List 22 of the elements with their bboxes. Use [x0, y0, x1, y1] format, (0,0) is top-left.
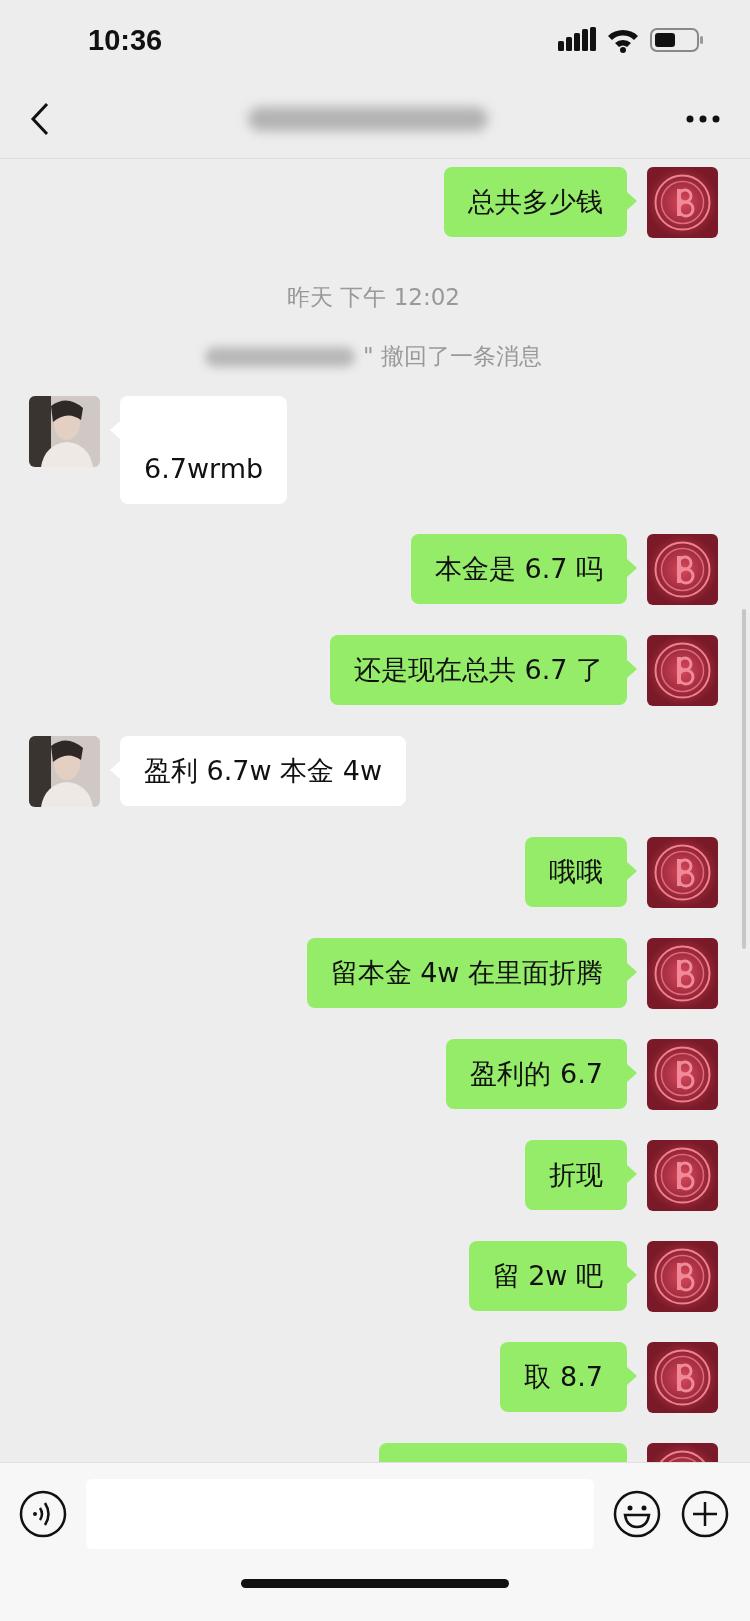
message-bubble: 本金是 6.7 吗 — [410, 534, 627, 604]
message-bubble: 6.7wrmb — [120, 396, 288, 504]
timestamp: 昨天 下午 12:02 — [287, 283, 460, 312]
wifi-icon — [606, 27, 640, 53]
message-bubble: 哦哦 — [525, 837, 627, 907]
recall-notice: " 撤回了一条消息 — [363, 342, 542, 371]
status-time: 10:36 — [88, 23, 163, 57]
message-bubble: 折现 — [525, 1140, 627, 1210]
emoji-button[interactable] — [612, 1489, 662, 1539]
more-icon[interactable] — [686, 115, 720, 123]
battery-icon — [650, 27, 704, 53]
back-icon[interactable] — [30, 102, 50, 136]
message-bubble: 留 2w 吧 — [468, 1241, 627, 1311]
message-bubble: 盈利的 6.7 — [446, 1039, 627, 1109]
message-bubble: 取 8.7 — [500, 1342, 627, 1412]
message-bubble: 还是现在总共 6.7 了 — [329, 635, 627, 705]
message-bubble: 总共多少钱 — [444, 167, 627, 237]
signal-icon — [558, 27, 596, 53]
add-button[interactable] — [680, 1489, 730, 1539]
message-bubble: 留本金 4w 在里面折腾 — [306, 938, 627, 1008]
message-bubble: 盈利 6.7w 本金 4w — [120, 736, 407, 806]
voice-button[interactable] — [18, 1489, 68, 1539]
